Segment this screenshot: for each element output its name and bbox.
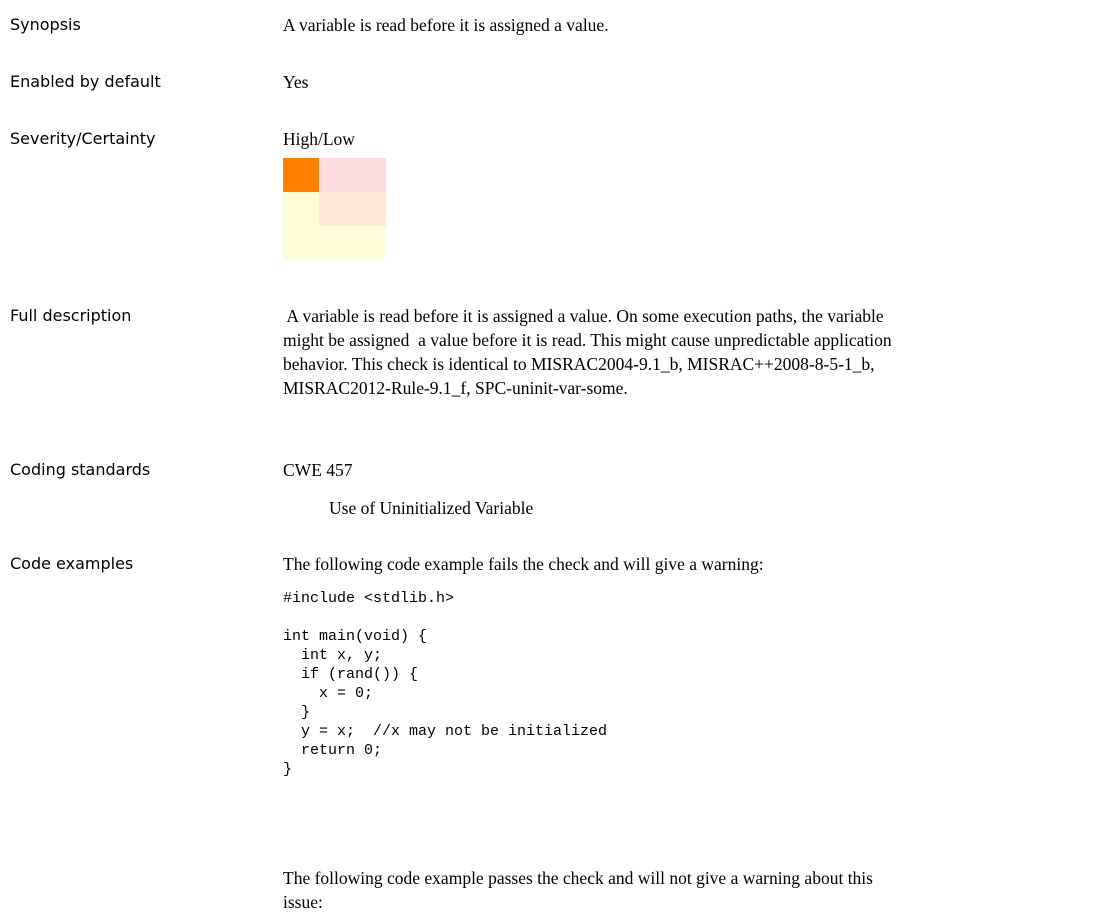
severity-value: High/Low [283,129,355,149]
coding-standard-id: CWE 457 [283,460,353,480]
fail-code-block: #include <stdlib.h> int main(void) { int… [283,590,608,778]
coding-standard-title: Use of Uninitialized Variable [329,498,534,518]
enabled-value: Yes [283,72,309,92]
matrix-cell-high-high [352,158,386,192]
matrix-cell-medium-medium [319,192,352,226]
code-examples-label: Code examples [10,554,134,573]
description-line: behavior. This check is identical to MIS… [283,354,875,374]
synopsis-label: Synopsis [10,15,81,34]
full-description-label: Full description [10,306,132,325]
matrix-cell-low-medium [319,226,352,260]
pass-intro-line: The following code example passes the ch… [283,868,873,888]
enabled-label: Enabled by default [10,72,161,91]
description-line: A variable is read before it is assigned… [283,306,884,326]
severity-certainty-matrix [283,158,386,260]
description-line: MISRAC2012-Rule-9.1_f, SPC-uninit-var-so… [283,378,628,398]
full-description-text: A variable is read before it is assigned… [283,304,1113,400]
matrix-cell-low-high [352,226,386,260]
matrix-cell-medium-high [352,192,386,226]
matrix-cell-high-medium [319,158,352,192]
matrix-cell-medium-low [283,192,319,226]
synopsis-text: A variable is read before it is assigned… [283,15,609,35]
fail-example-intro: The following code example fails the che… [283,554,764,574]
matrix-cell-low-low [283,226,319,260]
severity-label: Severity/Certainty [10,129,156,148]
pass-example-intro: The following code example passes the ch… [283,866,1113,914]
matrix-cell-high-low [283,158,319,192]
pass-intro-line: issue: [283,892,323,912]
description-line: might be assigned a value before it is r… [283,330,892,350]
coding-standards-label: Coding standards [10,460,151,479]
